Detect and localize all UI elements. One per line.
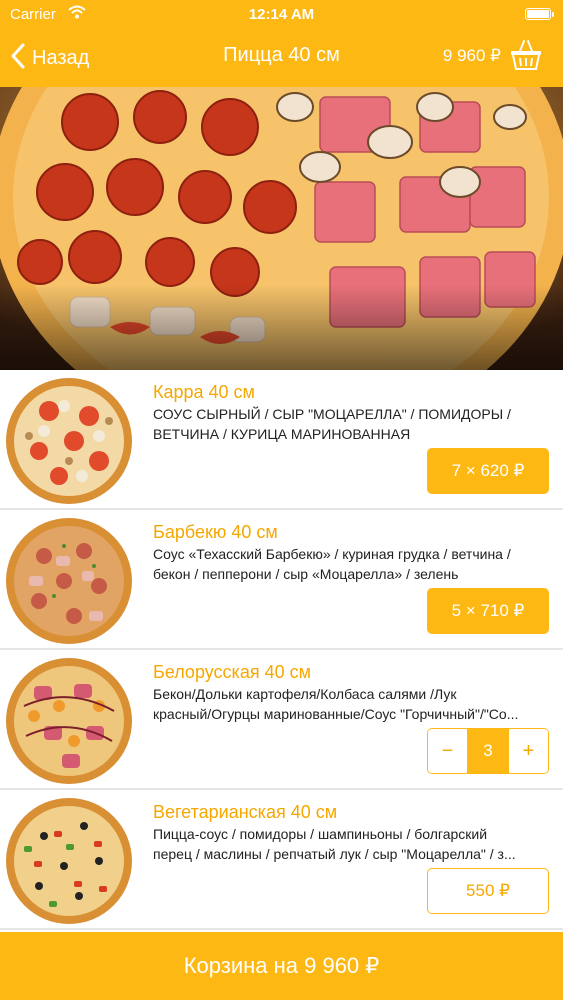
- pizza-thumbnail: [4, 376, 134, 506]
- product-name: Вегетарианская 40 см: [153, 802, 338, 822]
- price-button[interactable]: 5 × 710 ₽: [427, 588, 549, 634]
- price-button[interactable]: 7 × 620 ₽: [427, 448, 549, 494]
- basket-icon[interactable]: [509, 39, 543, 76]
- price-button[interactable]: 550 ₽: [427, 868, 549, 914]
- description-line: бекон / пепперони / сыр «Моцарелла» / зе…: [153, 566, 459, 582]
- description-line: СОУС СЫРНЫЙ / СЫР "МОЦАРЕЛЛА" / ПОМИДОРЫ…: [153, 406, 511, 422]
- clock: 12:14 AM: [248, 6, 315, 23]
- product-description: Бекон/Дольки картофеля/Колбаса салями /Л…: [153, 684, 553, 724]
- navigation-bar: Назад Пицца 40 см 9 960 ₽: [0, 30, 563, 87]
- cart-total[interactable]: 9 960 ₽: [443, 46, 501, 66]
- pizza-thumbnail: [4, 656, 134, 786]
- product-row[interactable]: Белорусская 40 см Бекон/Дольки картофеля…: [0, 650, 563, 790]
- product-name: Барбекю 40 см: [153, 522, 278, 542]
- description-line: Соус «Техасский Барбекю» / куриная грудк…: [153, 546, 511, 562]
- pizza-thumbnail: [4, 516, 134, 646]
- quantity-value: 3: [467, 729, 509, 773]
- product-description: СОУС СЫРНЫЙ / СЫР "МОЦАРЕЛЛА" / ПОМИДОРЫ…: [153, 404, 553, 444]
- hero-pizza-image: [0, 87, 563, 370]
- product-row[interactable]: Барбекю 40 см Соус «Техасский Барбекю» /…: [0, 510, 563, 650]
- product-list: Карра 40 см СОУС СЫРНЫЙ / СЫР "МОЦАРЕЛЛА…: [0, 370, 563, 930]
- product-description: Пицца-соус / помидоры / шампиньоны / бол…: [153, 824, 553, 864]
- battery-icon: [525, 8, 554, 20]
- description-line: красный/Огурцы маринованные/Соус "Горчич…: [153, 706, 519, 722]
- increment-button[interactable]: +: [509, 729, 548, 773]
- description-line: перец / маслины / репчатый лук / сыр "Мо…: [153, 846, 516, 862]
- product-description: Соус «Техасский Барбекю» / куриная грудк…: [153, 544, 553, 584]
- quantity-stepper[interactable]: − 3 +: [427, 728, 549, 774]
- cart-button[interactable]: Корзина на 9 960 ₽: [0, 932, 563, 1000]
- product-row[interactable]: Вегетарианская 40 см Пицца-соус / помидо…: [0, 790, 563, 930]
- pizza-thumbnail: [4, 796, 134, 926]
- decrement-button[interactable]: −: [428, 729, 467, 773]
- product-name: Белорусская 40 см: [153, 662, 311, 682]
- description-line: Бекон/Дольки картофеля/Колбаса салями /Л…: [153, 686, 457, 702]
- header: Carrier 12:14 AM Назад Пицца 40 см 9 960…: [0, 0, 563, 87]
- product-name: Карра 40 см: [153, 382, 255, 402]
- product-row[interactable]: Карра 40 см СОУС СЫРНЫЙ / СЫР "МОЦАРЕЛЛА…: [0, 370, 563, 510]
- description-line: Пицца-соус / помидоры / шампиньоны / бол…: [153, 826, 488, 842]
- status-bar: Carrier 12:14 AM: [0, 0, 563, 30]
- description-line: ВЕТЧИНА / КУРИЦА МАРИНОВАННАЯ: [153, 426, 411, 442]
